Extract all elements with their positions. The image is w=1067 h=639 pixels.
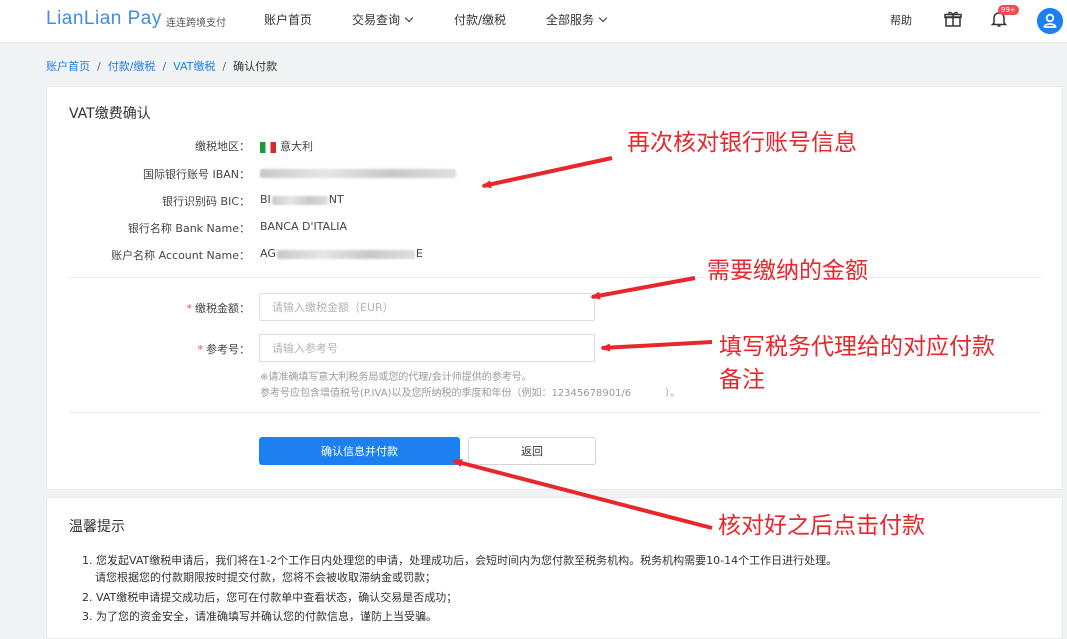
breadcrumb-separator: /	[222, 60, 227, 73]
note-tail: ）。	[665, 388, 681, 399]
note-text: 参考号应包含增值税号(P.IVA)以及您所纳税的季度和年份（例如：1234567…	[260, 388, 632, 399]
logo[interactable]: LianLian Pay	[46, 8, 162, 30]
required-mark: *	[197, 343, 204, 356]
annotation-click-pay: 核对好之后点击付款	[718, 513, 925, 539]
bic-prefix: BI	[260, 193, 271, 206]
field-label-bank-name: 银行名称 Bank Name：	[127, 222, 250, 235]
tip-item-1-cont: 请您根据您的付款期限按时提交付款，您将不会被收取滞纳金或罚款；	[95, 571, 436, 584]
annotation-reference-line1: 填写税务代理给的对应付款	[719, 334, 995, 360]
bic-suffix: NT	[328, 193, 344, 206]
nav-account-home[interactable]: 账户首页	[264, 11, 312, 28]
required-mark: *	[186, 302, 193, 315]
confirm-and-pay-button[interactable]: 确认信息并付款	[259, 437, 460, 465]
divider	[69, 412, 1041, 413]
account-name-suffix: E	[415, 247, 423, 260]
reference-label-text: 参考号：	[206, 343, 250, 356]
italy-flag-icon	[260, 141, 276, 153]
amount-label-text: 缴税金额：	[195, 302, 250, 315]
tip-item-3: 3. 为了您的资金安全，请准确填写并确认您的付款信息，谨防上当受骗。	[82, 610, 437, 623]
field-value-bank-name: BANCA D'ITALIA	[260, 220, 348, 233]
nav-all-services[interactable]: 全部服务	[546, 11, 608, 28]
redacted-iban	[260, 168, 456, 178]
field-label-bic: 银行识别码 BIC：	[162, 195, 250, 208]
amount-label: * 缴税金额：	[40, 300, 251, 316]
region-text: 意大利	[280, 140, 313, 153]
breadcrumb-payment-tax[interactable]: 付款/缴税	[108, 60, 156, 73]
nav-payment-tax[interactable]: 付款/缴税	[454, 11, 506, 28]
field-label-region: 缴税地区：	[195, 140, 250, 153]
tax-amount-input[interactable]	[259, 293, 595, 321]
field-value-bic: BI NT	[260, 193, 344, 206]
field-value-region: 意大利	[260, 138, 313, 154]
redacted-bic	[271, 195, 328, 205]
annotation-amount: 需要缴纳的金额	[707, 258, 868, 284]
field-label-iban: 国际银行账号 IBAN：	[142, 168, 250, 181]
chevron-down-icon	[598, 13, 608, 23]
redacted-account-name	[276, 249, 415, 259]
nav-label: 交易查询	[352, 13, 401, 27]
notification-badge: 99+	[998, 5, 1019, 15]
avatar[interactable]	[1037, 8, 1063, 34]
top-nav-bar: LianLian Pay 连连跨境支付 账户首页 交易查询 付款/缴税 全部服务…	[0, 0, 1067, 43]
annotation-verify-bank: 再次核对银行账号信息	[627, 130, 857, 156]
reference-label: * 参考号：	[40, 341, 251, 357]
breadcrumb-separator: /	[162, 60, 167, 73]
nav-transaction-query[interactable]: 交易查询	[352, 11, 414, 28]
field-value-account-name: AG E	[260, 247, 423, 260]
tips-title: 温馨提示	[69, 519, 125, 535]
field-value-iban	[260, 166, 456, 179]
gift-icon[interactable]	[944, 10, 962, 28]
divider	[69, 277, 1041, 278]
chevron-down-icon	[404, 13, 414, 23]
reference-number-input[interactable]	[259, 334, 595, 362]
help-link[interactable]: 帮助	[890, 12, 912, 28]
logo-subtitle: 连连跨境支付	[166, 18, 226, 29]
nav-label: 全部服务	[546, 13, 595, 27]
breadcrumb-account-home[interactable]: 账户首页	[46, 60, 90, 73]
page-title: VAT缴费确认	[69, 106, 151, 122]
breadcrumb-vat-tax[interactable]: VAT缴税	[173, 60, 215, 73]
breadcrumb-current: 确认付款	[233, 60, 278, 73]
account-name-prefix: AG	[260, 247, 276, 260]
annotation-reference-line2: 备注	[719, 367, 765, 393]
reference-note-line1: ※请准确填写意大利税务局或您的代理/会计师提供的参考号。	[260, 372, 532, 383]
breadcrumb-separator: /	[97, 60, 101, 73]
field-label-account-name: 账户名称 Account Name：	[111, 249, 250, 262]
tip-item-1: 1. 您发起VAT缴税申请后，我们将在1-2个工作日内处理您的申请，处理成功后，…	[82, 554, 838, 567]
breadcrumb: 账户首页 / 付款/缴税 / VAT缴税 / 确认付款	[46, 58, 277, 74]
back-button[interactable]: 返回	[468, 437, 596, 465]
reference-note-line2: 参考号应包含增值税号(P.IVA)以及您所纳税的季度和年份（例如：1234567…	[260, 384, 680, 399]
tip-item-2: 2. VAT缴税申请提交成功后，您可在付款单中查看状态，确认交易是否成功；	[82, 591, 458, 604]
